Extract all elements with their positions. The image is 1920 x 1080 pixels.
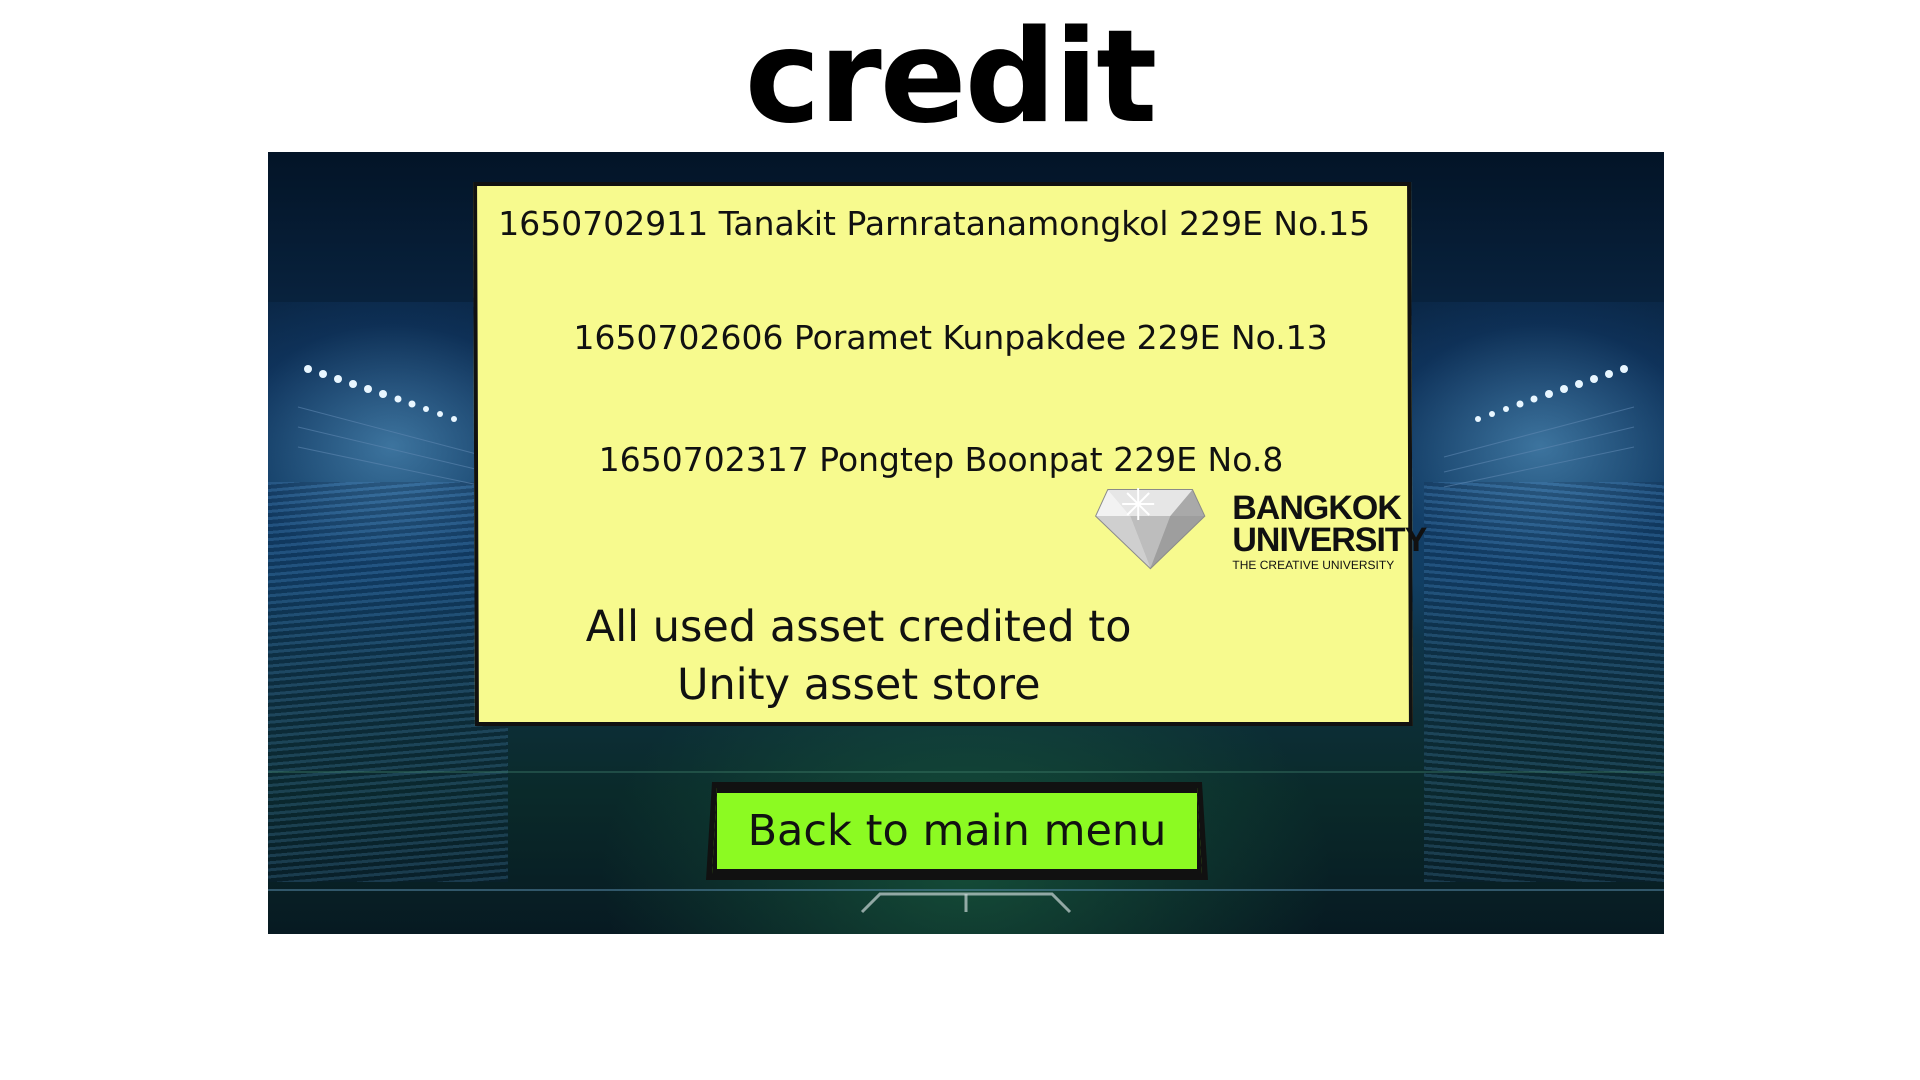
page-title: credit <box>744 3 1158 152</box>
credits-panel: 1650702911 Tanakit Parnratanamongkol 229… <box>473 182 1426 726</box>
floodlights-right-icon <box>1434 347 1644 507</box>
bangkok-university-logo: BANGKOK UNIVERSITY THE CREATIVE UNIVERSI… <box>1094 484 1426 576</box>
floodlights-left-icon <box>288 347 498 507</box>
logo-name-line1: BANGKOK <box>1232 489 1401 527</box>
logo-name-line2: UNIVERSITY <box>1232 521 1427 559</box>
asset-credit-note: All used asset credited to Unity asset s… <box>539 598 1179 714</box>
credit-member-3: 1650702317 Pongtep Boonpat 229E No.8 <box>598 440 1284 479</box>
asset-note-line-2: Unity asset store <box>676 660 1041 710</box>
diamond-logo-icon <box>1095 488 1206 570</box>
stadium-background: 1650702911 Tanakit Parnratanamongkol 229… <box>268 152 1664 934</box>
back-to-main-menu-button[interactable]: Back to main menu <box>712 788 1202 874</box>
credit-member-1: 1650702911 Tanakit Parnratanamongkol 229… <box>498 204 1371 243</box>
credit-member-2: 1650702606 Poramet Kunpakdee 229E No.13 <box>573 318 1328 357</box>
asset-note-line-1: All used asset credited to <box>585 602 1132 652</box>
logo-tagline: THE CREATIVE UNIVERSITY <box>1232 558 1395 572</box>
logo-wordmark: BANGKOK UNIVERSITY <box>1232 489 1427 559</box>
